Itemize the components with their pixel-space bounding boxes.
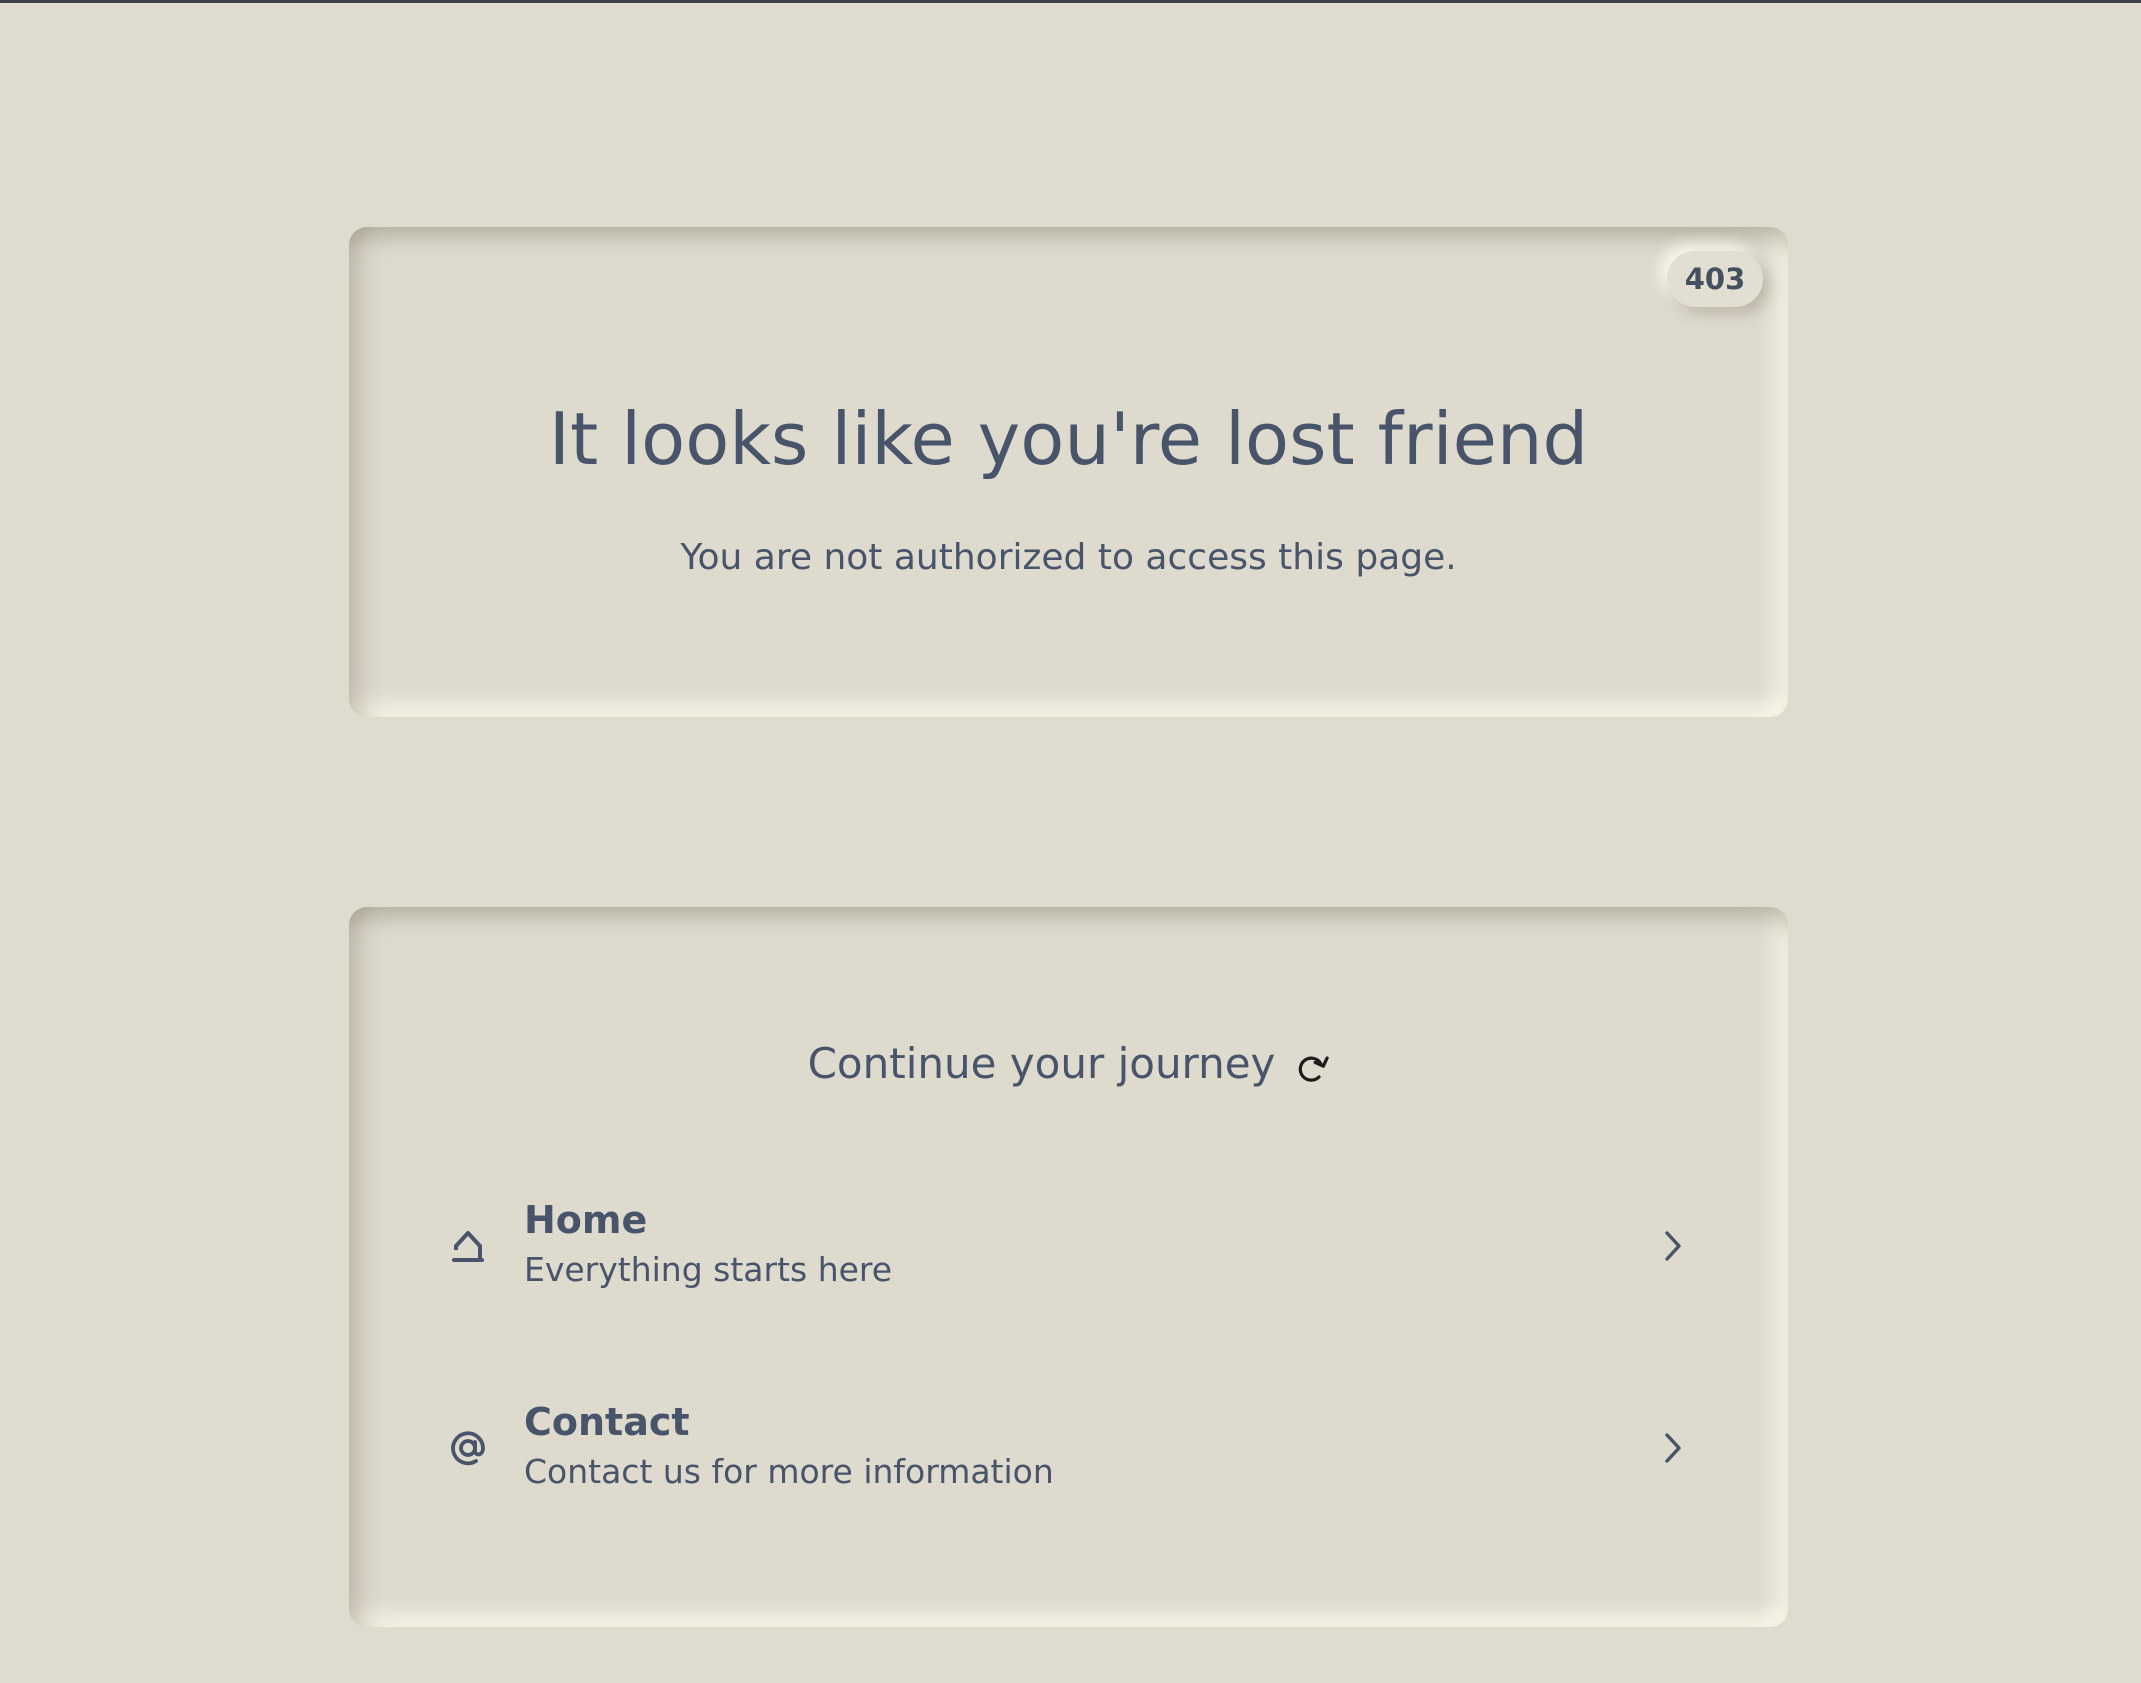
home-link-title: Home [524,1198,648,1242]
journey-heading-text: Continue your journey [807,1039,1276,1088]
at-sign-icon [444,1424,492,1472]
journey-card: Continue your journey Home Everything st… [349,907,1788,1627]
home-link-text: Home Everything starts here [524,1196,1653,1296]
contact-link-text: Contact Contact us for more information [524,1398,1653,1498]
refresh-arrow-icon [1295,1047,1330,1082]
contact-link[interactable]: Contact Contact us for more information [444,1393,1693,1503]
error-subtitle: You are not authorized to access this pa… [680,537,1457,578]
journey-heading: Continue your journey [349,1039,1788,1088]
home-icon [444,1222,492,1270]
chevron-right-icon [1653,1428,1693,1468]
error-card: 403 It looks like you're lost friend You… [349,227,1788,717]
chevron-right-icon [1653,1226,1693,1266]
error-title: It looks like you're lost friend [548,397,1589,481]
home-link[interactable]: Home Everything starts here [444,1191,1693,1301]
contact-link-description: Contact us for more information [524,1452,1054,1491]
contact-link-title: Contact [524,1400,690,1444]
home-link-description: Everything starts here [524,1250,893,1289]
status-code-badge: 403 [1667,251,1763,307]
